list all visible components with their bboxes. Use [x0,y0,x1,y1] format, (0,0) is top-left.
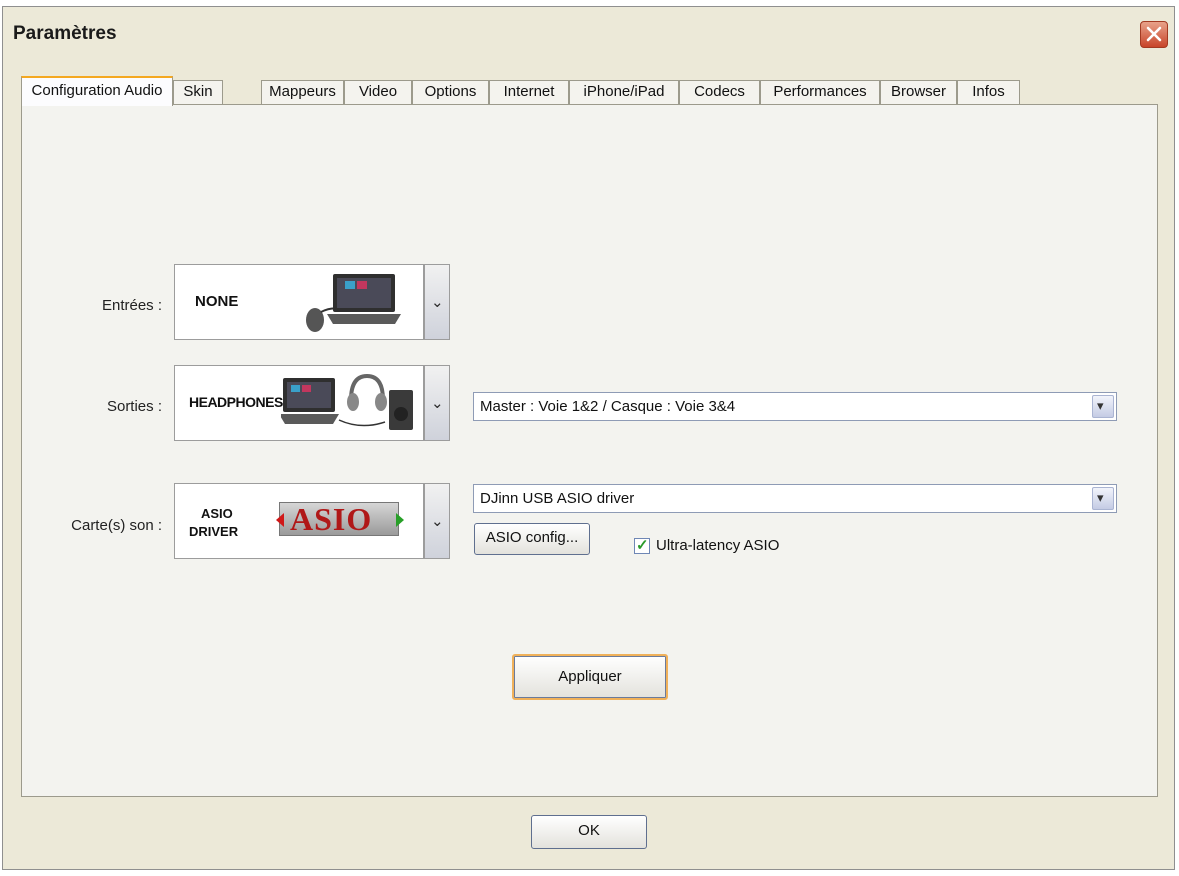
title-bar[interactable]: Paramètres [3,7,1174,53]
asio-config-button[interactable]: ASIO config... [474,523,590,555]
chevron-down-icon: ⌄ [431,395,444,412]
soundcard-label: Carte(s) son : [71,517,162,534]
chevron-down-icon: ▾ [1097,490,1104,505]
tab-skin[interactable]: Skin [173,80,223,104]
laptop-headphones-speaker-icon [281,373,413,430]
soundcard-device-line1: ASIO [201,506,233,521]
tab-browser[interactable]: Browser [880,80,957,104]
inputs-dropdown-button[interactable]: ⌄ [424,264,450,340]
outputs-label: Sorties : [106,398,162,415]
checkmark-icon: ✓ [636,537,649,554]
soundcard-dropdown-button[interactable]: ⌄ [424,483,450,559]
soundcard-device-selector[interactable]: ASIO DRIVER ASIO [174,483,424,559]
tab-iphone-ipad[interactable]: iPhone/iPad [569,80,679,104]
tab-performances[interactable]: Performances [760,80,880,104]
driver-value: DJinn USB ASIO driver [480,490,635,507]
driver-select[interactable]: DJinn USB ASIO driver ▾ [473,484,1117,513]
tab-options[interactable]: Options [412,80,489,104]
tab-internet[interactable]: Internet [489,80,569,104]
outputs-device-selector[interactable]: HEADPHONES [174,365,424,441]
chevron-down-icon: ⌄ [431,294,444,311]
apply-button[interactable]: Appliquer [512,654,668,700]
asio-arrow-right-icon [396,513,404,527]
driver-dropdown-button[interactable]: ▾ [1092,487,1114,510]
output-routing-value: Master : Voie 1&2 / Casque : Voie 3&4 [480,398,736,415]
settings-window: Paramètres Configuration Audio Skin Mapp… [2,6,1175,870]
tab-video[interactable]: Video [344,80,412,104]
ultra-latency-label: Ultra-latency ASIO [656,537,780,554]
close-button[interactable] [1140,21,1168,48]
output-routing-dropdown-button[interactable]: ▾ [1092,395,1114,418]
tab-configuration-audio[interactable]: Configuration Audio [21,76,173,106]
chevron-down-icon: ⌄ [431,513,444,530]
tab-infos[interactable]: Infos [957,80,1020,104]
outputs-device-name: HEADPHONES [189,394,283,410]
inputs-device-name: NONE [195,293,239,310]
outputs-dropdown-button[interactable]: ⌄ [424,365,450,441]
output-routing-select[interactable]: Master : Voie 1&2 / Casque : Voie 3&4 ▾ [473,392,1117,421]
asio-logo: ASIO [276,501,404,537]
asio-logo-text: ASIO [290,501,373,537]
window-title: Paramètres [13,23,117,44]
audio-config-panel: Entrées : NONE ⌄ Sorties : HEADPHONES ⌄ … [21,104,1158,797]
ok-button[interactable]: OK [531,815,647,849]
tab-codecs[interactable]: Codecs [679,80,760,104]
ultra-latency-checkbox[interactable]: ✓ [634,537,650,554]
asio-arrow-left-icon [276,513,284,527]
soundcard-device-line2: DRIVER [189,524,239,539]
laptop-mouse-icon [306,274,401,332]
close-icon [1146,26,1162,42]
inputs-label: Entrées : [101,297,162,314]
chevron-down-icon: ▾ [1097,398,1104,413]
tab-mappeurs[interactable]: Mappeurs [261,80,344,104]
inputs-device-selector[interactable]: NONE [174,264,424,340]
